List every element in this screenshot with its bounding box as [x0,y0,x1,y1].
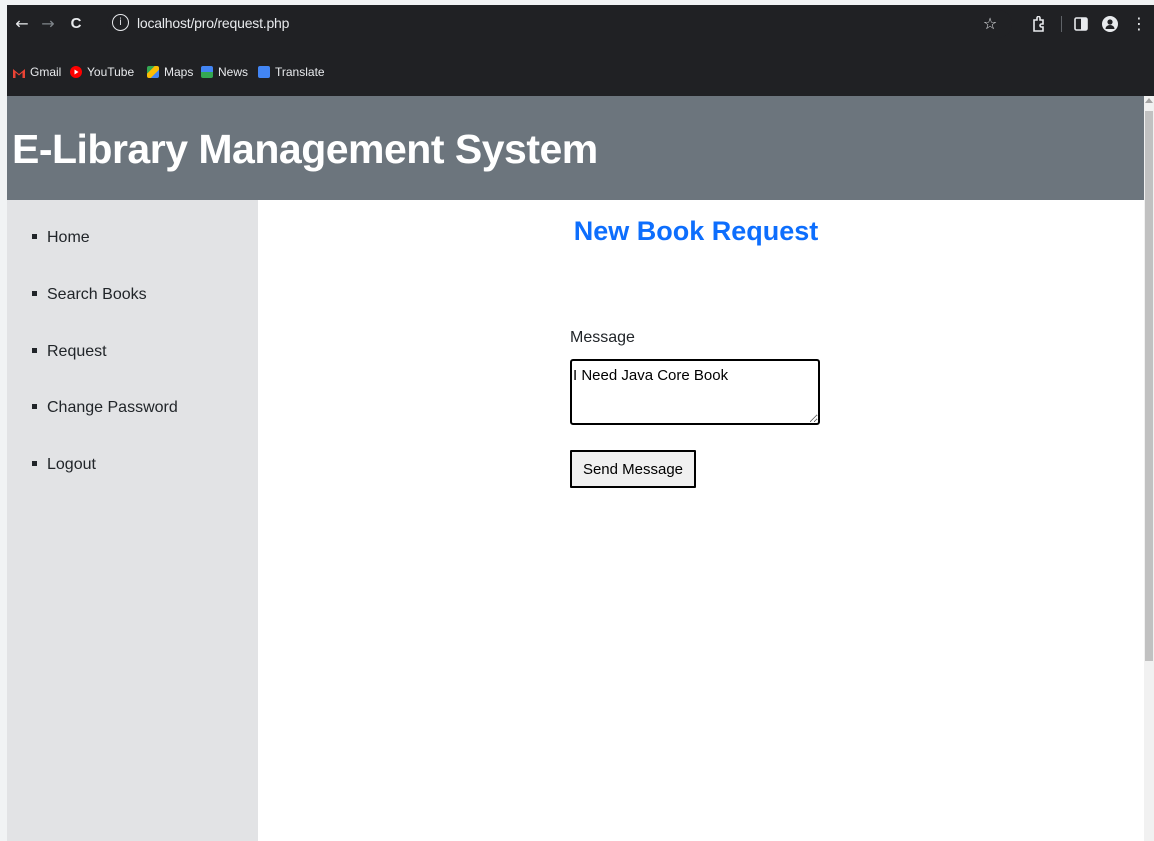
bookmark-label: Maps [164,65,194,79]
forward-icon[interactable]: → [37,12,59,36]
sidebar-item-change-password[interactable]: Change Password [32,399,178,417]
bullet-icon [32,348,37,353]
bookmarks-bar: Gmail YouTube Maps News Translate [7,43,1154,96]
side-panel-icon[interactable] [1070,12,1092,36]
bookmark-news[interactable]: News [201,64,248,80]
sidebar-item-label: Change Password [47,399,178,416]
sidebar-item-search-books[interactable]: Search Books [32,286,147,304]
maps-icon [147,66,159,78]
page-title: New Book Request [573,216,819,246]
browser-window: ← → C i localhost/pro/request.php ☆ ⋮ Gm… [7,5,1154,841]
sidebar-item-home[interactable]: Home [32,229,90,247]
info-icon[interactable]: i [112,14,129,31]
bullet-icon [32,234,37,239]
bookmark-youtube[interactable]: YouTube [70,64,134,80]
youtube-icon [70,66,82,78]
site-title: E-Library Management System [12,126,598,172]
address-bar[interactable]: i localhost/pro/request.php [107,10,1012,38]
bookmark-star-icon[interactable]: ☆ [979,12,1001,36]
bullet-icon [32,404,37,409]
bookmark-gmail[interactable]: Gmail [13,64,61,80]
sidebar-item-request[interactable]: Request [32,343,107,361]
send-message-button[interactable]: Send Message [570,450,696,488]
gmail-icon [13,66,25,78]
toolbar-divider [1061,16,1062,32]
web-page: E-Library Management System Home Search … [7,96,1144,841]
sidebar-item-label: Search Books [47,286,147,303]
bookmark-label: Translate [275,65,325,79]
sidebar-item-label: Request [47,343,107,360]
bookmark-label: Gmail [30,65,62,79]
page-scrollbar[interactable] [1144,96,1154,841]
bookmark-translate[interactable]: Translate [258,64,325,80]
profile-icon[interactable] [1099,12,1121,36]
sidebar-item-logout[interactable]: Logout [32,456,96,474]
menu-icon[interactable]: ⋮ [1128,12,1150,36]
bookmark-maps[interactable]: Maps [147,64,193,80]
sidebar-item-label: Home [47,229,90,246]
bullet-icon [32,291,37,296]
message-textarea[interactable]: I Need Java Core Book [570,359,820,425]
bookmark-label: News [218,65,249,79]
back-icon[interactable]: ← [11,12,33,36]
sidebar-item-label: Logout [47,456,96,473]
browser-toolbar: ← → C i localhost/pro/request.php ☆ ⋮ [7,5,1154,43]
translate-icon [258,66,270,78]
scroll-up-arrow-icon[interactable] [1145,98,1153,103]
message-label: Message [570,329,635,346]
reload-icon[interactable]: C [65,12,87,36]
scrollbar-thumb[interactable] [1145,111,1153,661]
news-icon [201,66,213,78]
extensions-icon[interactable] [1028,12,1050,36]
bookmark-label: YouTube [87,65,135,79]
sidebar: Home Search Books Request Change Passwor… [7,200,258,841]
bullet-icon [32,461,37,466]
url-text[interactable]: localhost/pro/request.php [137,15,289,31]
site-header: E-Library Management System [7,96,1144,200]
